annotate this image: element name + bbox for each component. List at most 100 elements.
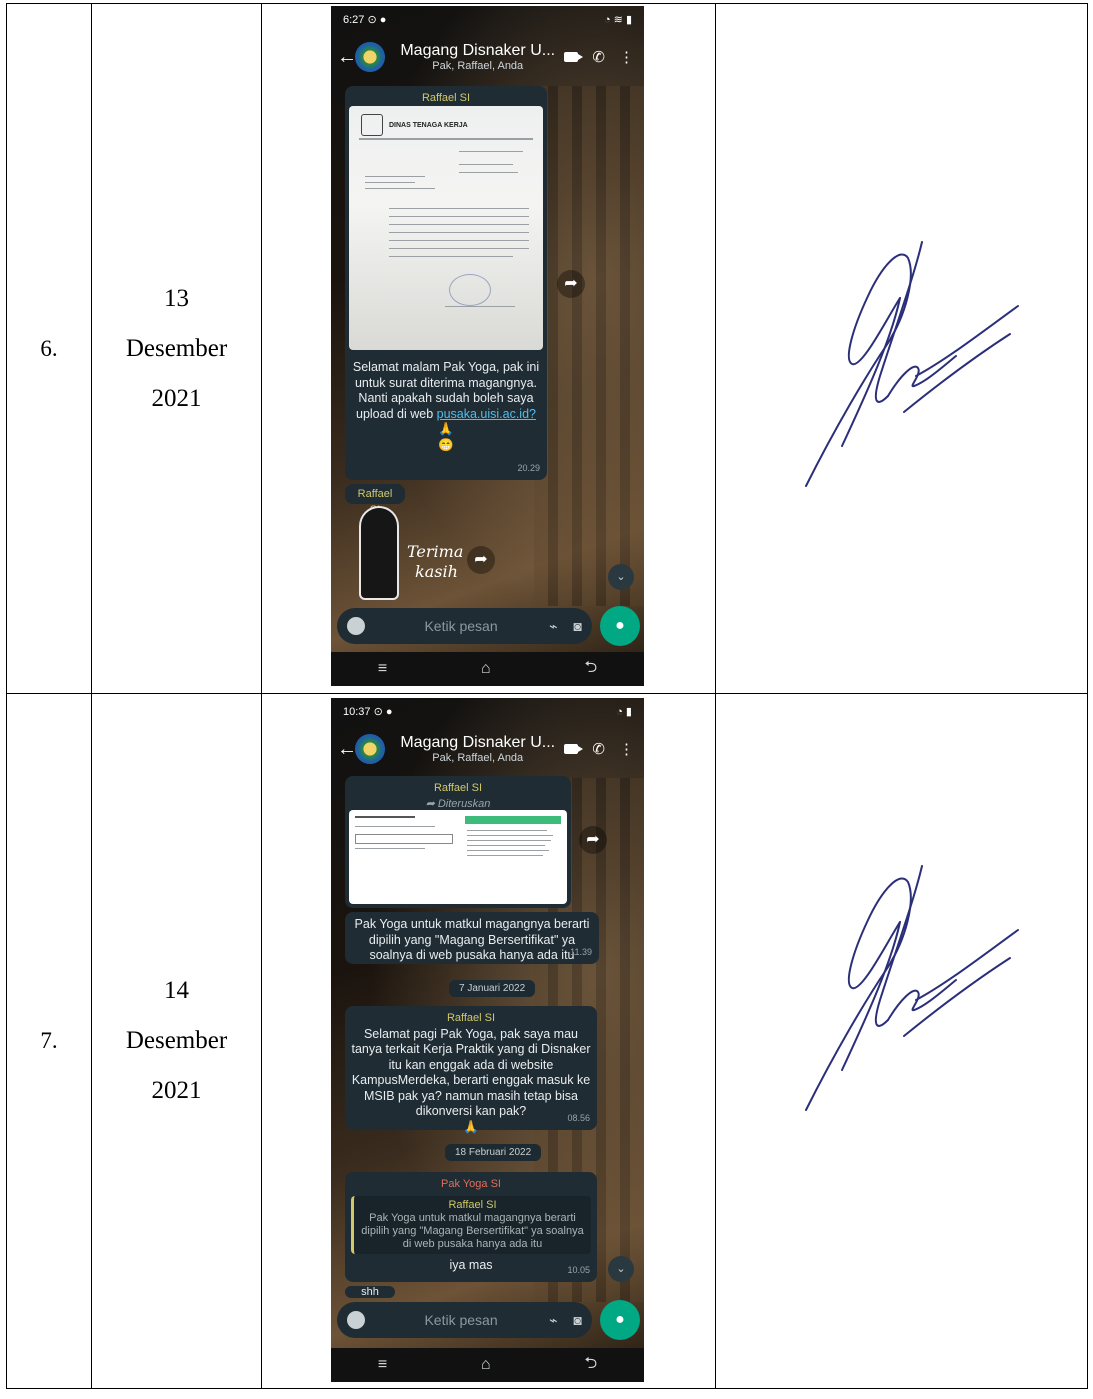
camera-icon[interactable]: ◙ — [574, 1312, 582, 1329]
date-month: Desember — [125, 1027, 228, 1054]
status-bar: 10:37 ⊙ ● ◔ ▮ — [343, 705, 632, 718]
date-day: 14 — [164, 977, 189, 1004]
chat-screenshot: 6:27 ⊙ ● ◔ ≋ ▮ ← Magang Disnaker U... Pa… — [331, 6, 644, 686]
emoji-icon[interactable] — [347, 617, 365, 635]
message-bubble[interactable]: shh — [345, 1286, 395, 1298]
status-time: 10:37 — [343, 705, 371, 718]
emblem-icon — [361, 114, 383, 136]
message-bubble[interactable]: Pak Yoga untuk matkul magangnya berarti … — [345, 912, 599, 964]
image-time: 11.37 — [538, 886, 560, 897]
table-row: 6. 13 Desember 2021 6:27 ⊙ ● ◔ ≋ ▮ ← Mag… — [6, 3, 1088, 694]
message-input[interactable]: Ketik pesan ⌁ ◙ — [337, 608, 592, 644]
row-date: 13 Desember 2021 — [91, 3, 262, 694]
group-name[interactable]: Magang Disnaker U... — [391, 734, 564, 752]
message-sender: Pak Yoga SI — [441, 1178, 501, 1190]
date-chip: 7 Januari 2022 — [449, 980, 536, 997]
microphone-icon[interactable]: ● — [600, 1300, 640, 1340]
arrow-left-icon[interactable]: ← — [337, 46, 357, 69]
signature-cell — [715, 693, 1088, 1389]
message-bubble[interactable]: Raffael SI Selamat pagi Pak Yoga, pak sa… — [345, 1006, 597, 1134]
share-icon[interactable]: ➦ — [557, 270, 585, 298]
menu-icon[interactable]: ≡ — [378, 1356, 387, 1374]
group-avatar[interactable] — [355, 42, 385, 72]
date-year: 2021 — [151, 1077, 202, 1104]
video-call-icon[interactable] — [564, 52, 584, 62]
message-text: iya mas — [449, 1257, 493, 1272]
row-number: 7. — [6, 693, 92, 1389]
paperclip-icon[interactable]: ⌁ — [549, 618, 557, 635]
message-text: Selamat pagi Pak Yoga, pak saya mau tany… — [351, 1026, 591, 1134]
consultation-log-table: 6. 13 Desember 2021 6:27 ⊙ ● ◔ ≋ ▮ ← Mag… — [6, 3, 1088, 1389]
chat-header: ← Magang Disnaker U... Pak, Raffael, And… — [331, 724, 644, 774]
emoji-icon[interactable] — [347, 1311, 365, 1329]
group-members: Pak, Raffael, Anda — [432, 752, 524, 764]
scroll-down-icon[interactable]: ⌄ — [608, 1256, 634, 1282]
screenshot-cell: 10:37 ⊙ ● ◔ ▮ ← Magang Disnaker U... Pak… — [261, 693, 716, 1389]
more-vert-icon[interactable]: ⋮ — [619, 740, 634, 758]
system-nav-bar: ≡ ⌂ ⮌ — [331, 1348, 644, 1382]
message-time: 20.29 — [517, 462, 540, 473]
signature — [805, 241, 1019, 487]
message-sender: Raffael SI — [421, 92, 471, 104]
message-bubble[interactable]: Raffael SI ➦ Diteruskan 11.37 — [345, 776, 571, 908]
home-icon[interactable]: ⌂ — [481, 660, 491, 678]
paperclip-icon[interactable]: ⌁ — [549, 1312, 557, 1329]
quoted-text: Pak Yoga untuk matkul magangnya berarti … — [361, 1211, 584, 1250]
back-nav-icon[interactable]: ⮌ — [584, 1352, 597, 1379]
row-number: 6. — [6, 3, 92, 694]
letter-photo[interactable]: DINAS TENAGA KERJA — [349, 106, 543, 350]
message-bubble[interactable]: Raffael SI — [345, 484, 405, 516]
group-members: Pak, Raffael, Anda — [432, 60, 524, 72]
message-text: Selamat malam Pak Yoga, pak ini untuk su… — [352, 360, 540, 452]
message-bubble[interactable]: Raffael SI DINAS TENAGA KERJA Selamat ma… — [345, 86, 547, 480]
forward-icon: ➦ — [425, 797, 435, 810]
back-nav-icon[interactable]: ⮌ — [584, 656, 597, 683]
quoted-message[interactable]: Raffael SI Pak Yoga untuk matkul magangn… — [351, 1195, 591, 1254]
letter-heading: DINAS TENAGA KERJA — [389, 122, 468, 129]
message-link[interactable]: pusaka.uisi.ac.id? — [437, 407, 536, 421]
sticker-figure — [361, 508, 397, 598]
sticker[interactable]: Terima kasih — [353, 508, 463, 604]
scroll-down-icon[interactable]: ⌄ — [608, 564, 634, 590]
arrow-left-icon[interactable]: ← — [337, 738, 357, 761]
menu-icon[interactable]: ≡ — [378, 660, 387, 678]
message-input[interactable]: Ketik pesan ⌁ ◙ — [337, 1302, 592, 1338]
group-avatar[interactable] — [355, 734, 385, 764]
camera-icon[interactable]: ◙ — [574, 618, 582, 635]
input-placeholder: Ketik pesan — [424, 1312, 498, 1328]
chat-screenshot: 10:37 ⊙ ● ◔ ▮ ← Magang Disnaker U... Pak… — [331, 698, 644, 1382]
message-text: shh — [361, 1286, 379, 1298]
microphone-icon[interactable]: ● — [600, 606, 640, 646]
video-call-icon[interactable] — [564, 744, 584, 754]
table-row: 7. 14 Desember 2021 10:37 ⊙ ● ◔ ▮ ← Maga… — [6, 693, 1088, 1389]
sticker-caption: kasih — [415, 562, 458, 581]
more-vert-icon[interactable]: ⋮ — [619, 48, 634, 66]
date-month: Desember — [125, 334, 228, 362]
stamp — [449, 274, 491, 306]
forwarded-image[interactable]: 11.37 — [349, 810, 567, 904]
quoted-sender: Raffael SI — [448, 1198, 497, 1211]
date-chip: 18 Februari 2022 — [445, 1144, 542, 1161]
battery-icon: ◔ ≋ ▮ — [603, 13, 632, 26]
group-name[interactable]: Magang Disnaker U... — [391, 42, 564, 60]
sticker-caption: Terima — [407, 542, 464, 561]
message-text: Pak Yoga untuk matkul magangnya berarti … — [354, 917, 590, 962]
phone-icon[interactable]: ✆ — [592, 740, 605, 758]
share-icon[interactable]: ➦ — [579, 826, 607, 854]
input-placeholder: Ketik pesan — [424, 618, 498, 634]
message-time: 08.56 — [567, 1112, 590, 1123]
screenshot-cell: 6:27 ⊙ ● ◔ ≋ ▮ ← Magang Disnaker U... Pa… — [261, 3, 716, 694]
phone-icon[interactable]: ✆ — [592, 48, 605, 66]
home-icon[interactable]: ⌂ — [481, 1356, 491, 1374]
message-time: 11.39 — [570, 946, 592, 957]
status-time: 6:27 — [343, 13, 365, 26]
message-time: 10.05 — [567, 1264, 590, 1275]
share-icon[interactable]: ➦ — [467, 546, 495, 574]
status-bar: 6:27 ⊙ ● ◔ ≋ ▮ — [343, 13, 632, 26]
signature — [805, 865, 1019, 1111]
date-year: 2021 — [151, 384, 202, 412]
battery-icon: ◔ ▮ — [616, 705, 632, 718]
signature-cell — [715, 3, 1088, 694]
message-bubble[interactable]: Pak Yoga SI Raffael SI Pak Yoga untuk ma… — [345, 1172, 597, 1282]
message-sender: Raffael SI — [446, 1012, 496, 1024]
